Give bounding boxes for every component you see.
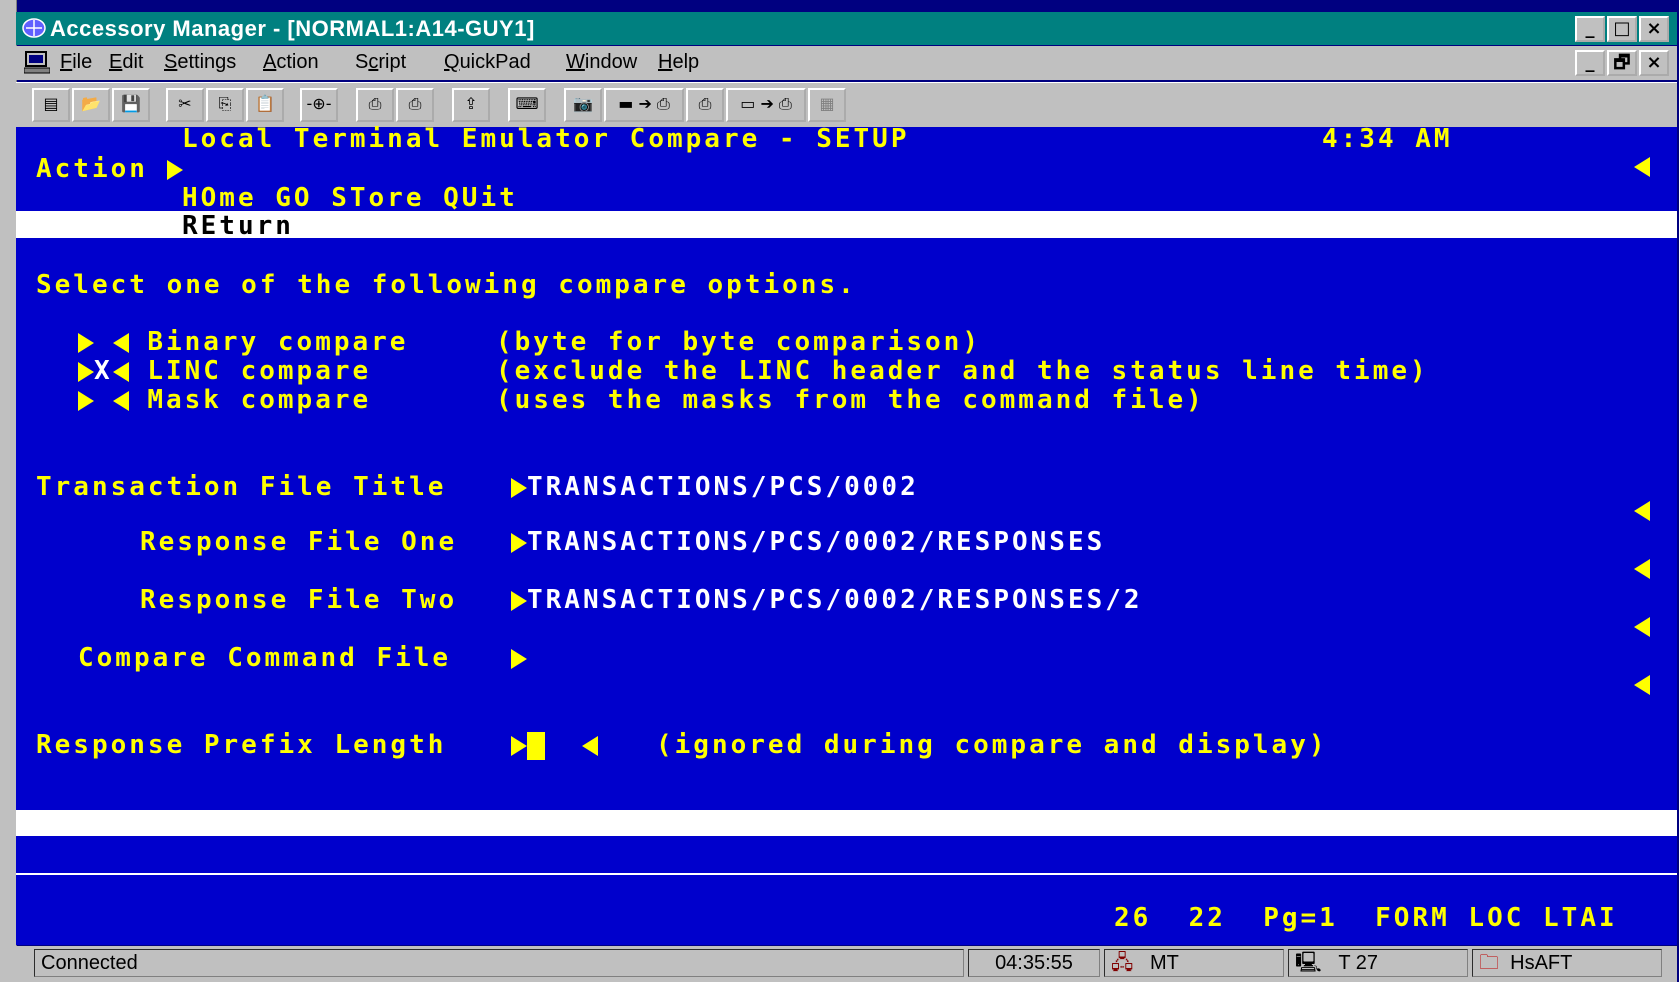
tape-to-file-button[interactable]: ▭ ➔ ⎙ xyxy=(726,88,806,122)
paste-button[interactable]: 📋 xyxy=(246,88,284,122)
printer-button[interactable]: ⎙ xyxy=(686,88,724,122)
network-icon: 🖧 xyxy=(1111,952,1134,974)
field-end-icon xyxy=(1634,617,1650,637)
terminal-icon: 🖳 xyxy=(1295,952,1322,974)
send-file-button[interactable]: ⎙ xyxy=(356,88,394,122)
option-mask[interactable]: Mask compare xyxy=(78,385,371,415)
mdi-restore-button[interactable]: 🗗 xyxy=(1607,50,1637,76)
command-list: HOme GO STore QUit xyxy=(182,183,518,213)
copy-button[interactable]: ⎘ xyxy=(206,88,244,122)
compare-command-input[interactable] xyxy=(511,643,527,673)
mode-panel-2: 🖳 T 27 xyxy=(1288,949,1468,977)
action-label: Action xyxy=(36,154,183,184)
keyboard-button[interactable]: ⌨ xyxy=(508,88,546,122)
capture-button[interactable]: 📷 xyxy=(564,88,602,122)
toolbar: ▤ 📂 💾 ✂ ⎘ 📋 -⊕- ⎙ ⎙ ⇪ ⌨ 📷 ▬ ➔ ⎙ ⎙ ▭ ➔ ⎙ … xyxy=(16,82,1677,128)
terminal-screen[interactable]: Local Terminal Emulator Compare - SETUP … xyxy=(16,124,1677,945)
mdi-close-button[interactable]: × xyxy=(1639,50,1669,76)
clock-panel: 04:35:55 xyxy=(968,949,1100,977)
terminal-status-line: 26 22 Pg=1 FORM LOC LTAI xyxy=(1114,903,1618,933)
message-line xyxy=(16,810,1677,836)
field-start-icon xyxy=(166,159,183,180)
menu-script[interactable]: Script xyxy=(355,51,406,74)
response-file-one-input[interactable]: TRANSACTIONS/PCS/0002/RESPONSES xyxy=(511,527,1105,557)
response-file-one-label: Response File One xyxy=(140,527,458,557)
field-end-icon xyxy=(1634,157,1650,177)
status-bar: Connected 04:35:55 🖧 MT 🖳 T 27 🗀 HsAFT xyxy=(16,946,1677,982)
app-icon xyxy=(22,18,46,38)
text-cursor xyxy=(527,731,545,760)
transaction-file-label: Transaction File Title xyxy=(36,472,447,502)
open-button[interactable]: 📂 xyxy=(72,88,110,122)
menu-edit[interactable]: Edit xyxy=(109,51,143,74)
transfer-button[interactable]: ⇪ xyxy=(452,88,490,122)
connect-button[interactable]: -⊕- xyxy=(300,88,338,122)
divider-line xyxy=(16,873,1677,875)
disabled-button[interactable]: ▦ xyxy=(808,88,846,122)
minimize-button[interactable]: _ xyxy=(1575,16,1605,42)
menu-quickpad[interactable]: QuickPad xyxy=(444,51,531,74)
mode-panel-1: 🖧 MT xyxy=(1104,949,1284,977)
menu-file[interactable]: File xyxy=(60,51,92,74)
save-button[interactable]: 💾 xyxy=(112,88,150,122)
field-end-icon xyxy=(1634,501,1650,521)
compare-command-label: Compare Command File xyxy=(78,643,452,673)
menu-bar: File Edit Settings Action Script QuickPa… xyxy=(16,46,1677,80)
transaction-file-input[interactable]: TRANSACTIONS/PCS/0002 xyxy=(511,472,919,502)
new-button[interactable]: ▤ xyxy=(32,88,70,122)
prefix-length-note: (ignored during compare and display) xyxy=(656,730,1328,760)
mode-panel-3: 🗀 HsAFT xyxy=(1472,949,1662,977)
response-file-two-input[interactable]: TRANSACTIONS/PCS/0002/RESPONSES/2 xyxy=(511,585,1143,615)
print-to-file-button[interactable]: ▬ ➔ ⎙ xyxy=(604,88,684,122)
screen-header: Local Terminal Emulator Compare - SETUP xyxy=(182,124,910,154)
response-file-two-label: Response File Two xyxy=(140,585,458,615)
instruction-text: Select one of the following compare opti… xyxy=(36,270,857,300)
option-mask-desc: (uses the masks from the command file) xyxy=(496,385,1205,415)
menu-window[interactable]: Window xyxy=(566,51,637,74)
screen-time: 4:34 AM xyxy=(1322,124,1453,154)
field-end-icon xyxy=(1634,675,1650,695)
option-linc[interactable]: X LINC compare xyxy=(78,356,371,386)
title-bar[interactable]: Accessory Manager - [NORMAL1:A14-GUY1] _… xyxy=(16,12,1677,45)
prefix-length-input[interactable] xyxy=(511,730,599,760)
field-end-icon xyxy=(1634,559,1650,579)
option-linc-desc: (exclude the LINC header and the status … xyxy=(496,356,1429,386)
menu-settings[interactable]: Settings xyxy=(164,51,236,74)
option-binary-desc: (byte for byte comparison) xyxy=(496,327,981,357)
mdi-minimize-button[interactable]: _ xyxy=(1575,50,1605,76)
option-binary[interactable]: Binary compare xyxy=(78,327,408,357)
folder-icon: 🗀 xyxy=(1479,952,1499,974)
terminal-icon[interactable] xyxy=(24,50,50,74)
receive-file-button[interactable]: ⎙ xyxy=(396,88,434,122)
desktop-edge xyxy=(0,0,17,982)
maximize-button[interactable]: □ xyxy=(1607,16,1637,42)
close-button[interactable]: × xyxy=(1639,16,1669,42)
cut-button[interactable]: ✂ xyxy=(166,88,204,122)
connection-status: Connected xyxy=(34,949,964,977)
menu-help[interactable]: Help xyxy=(658,51,699,74)
return-command[interactable]: REturn xyxy=(182,211,294,241)
menu-action[interactable]: Action xyxy=(263,51,319,74)
prefix-length-label: Response Prefix Length xyxy=(36,730,447,760)
window-title: Accessory Manager - [NORMAL1:A14-GUY1] xyxy=(50,16,535,41)
